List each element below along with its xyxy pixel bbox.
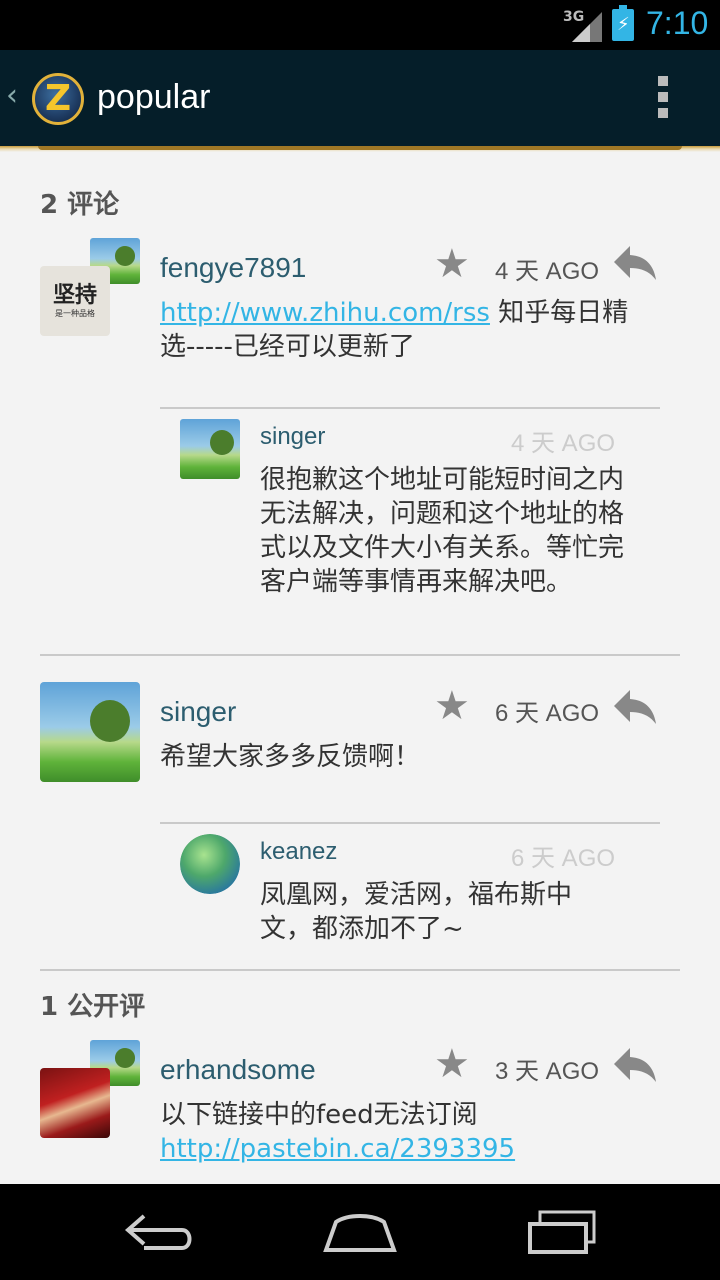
- overflow-menu-icon[interactable]: [655, 76, 671, 122]
- comment-username[interactable]: singer: [160, 696, 236, 728]
- reply-time: 6 天 AGO: [511, 845, 616, 872]
- recent-apps-icon[interactable]: [522, 1208, 602, 1256]
- comment-body: 希望大家多多反馈啊！: [160, 742, 421, 772]
- signal-icon: [572, 12, 602, 42]
- comment-username[interactable]: erhandsome: [160, 1054, 316, 1086]
- battery-icon: ⚡: [612, 5, 634, 41]
- divider: [160, 407, 660, 409]
- clock: 7:10: [646, 5, 709, 41]
- navigation-bar: [0, 1184, 720, 1280]
- back-icon[interactable]: [120, 1208, 200, 1256]
- app-logo[interactable]: Z: [32, 73, 84, 125]
- comment-link[interactable]: http://pastebin.ca/2393395: [160, 1134, 515, 1164]
- reply-icon[interactable]: [612, 686, 658, 726]
- status-bar: 3G ⚡ 7:10: [0, 0, 720, 50]
- reply-body: 凤凰网，爱活网，福布斯中文，都添加不了~: [260, 880, 573, 944]
- avatar[interactable]: [40, 1068, 110, 1138]
- star-icon[interactable]: ★: [434, 1044, 470, 1084]
- home-icon[interactable]: [320, 1208, 400, 1256]
- comment-time: 3 天 AGO: [495, 1058, 600, 1085]
- page-title: popular: [97, 78, 211, 116]
- reply-time: 4 天 AGO: [511, 430, 616, 457]
- avatar[interactable]: [40, 682, 140, 782]
- action-bar: ‹ Z popular: [0, 50, 720, 146]
- divider: [40, 969, 680, 971]
- star-icon[interactable]: ★: [434, 244, 470, 284]
- comments-list[interactable]: 2 评论 坚持 是一种品格 fengye7891 ★ 4 天 AGO http:…: [0, 152, 720, 1184]
- reply-username[interactable]: singer: [260, 423, 325, 451]
- comment-link[interactable]: http://www.zhihu.com/rss: [160, 298, 490, 328]
- divider: [40, 654, 680, 656]
- avatar[interactable]: [180, 834, 240, 894]
- reply-icon[interactable]: [612, 242, 658, 282]
- section-title: 2 评论: [40, 190, 120, 220]
- comment-time: 6 天 AGO: [495, 700, 600, 727]
- comment-body: 以下链接中的feed无法订阅 http://pastebin.ca/239339…: [160, 1100, 516, 1164]
- avatar[interactable]: 坚持 是一种品格: [40, 266, 110, 336]
- comment-username[interactable]: fengye7891: [160, 252, 306, 284]
- avatar[interactable]: [180, 419, 240, 479]
- reply-username[interactable]: keanez: [260, 838, 337, 866]
- reply-body: 很抱歉这个地址可能短时间之内无法解决，问题和这个地址的格式以及文件大小有关系。等…: [260, 465, 625, 597]
- comment-time: 4 天 AGO: [495, 258, 600, 285]
- divider: [160, 822, 660, 824]
- star-icon[interactable]: ★: [434, 686, 470, 726]
- comment-body: http://www.zhihu.com/rss 知乎每日精选-----已经可以…: [160, 298, 629, 362]
- reply-icon[interactable]: [612, 1044, 658, 1084]
- chevron-left-icon[interactable]: ‹: [6, 78, 18, 113]
- section-title: 1 公开评: [40, 992, 146, 1022]
